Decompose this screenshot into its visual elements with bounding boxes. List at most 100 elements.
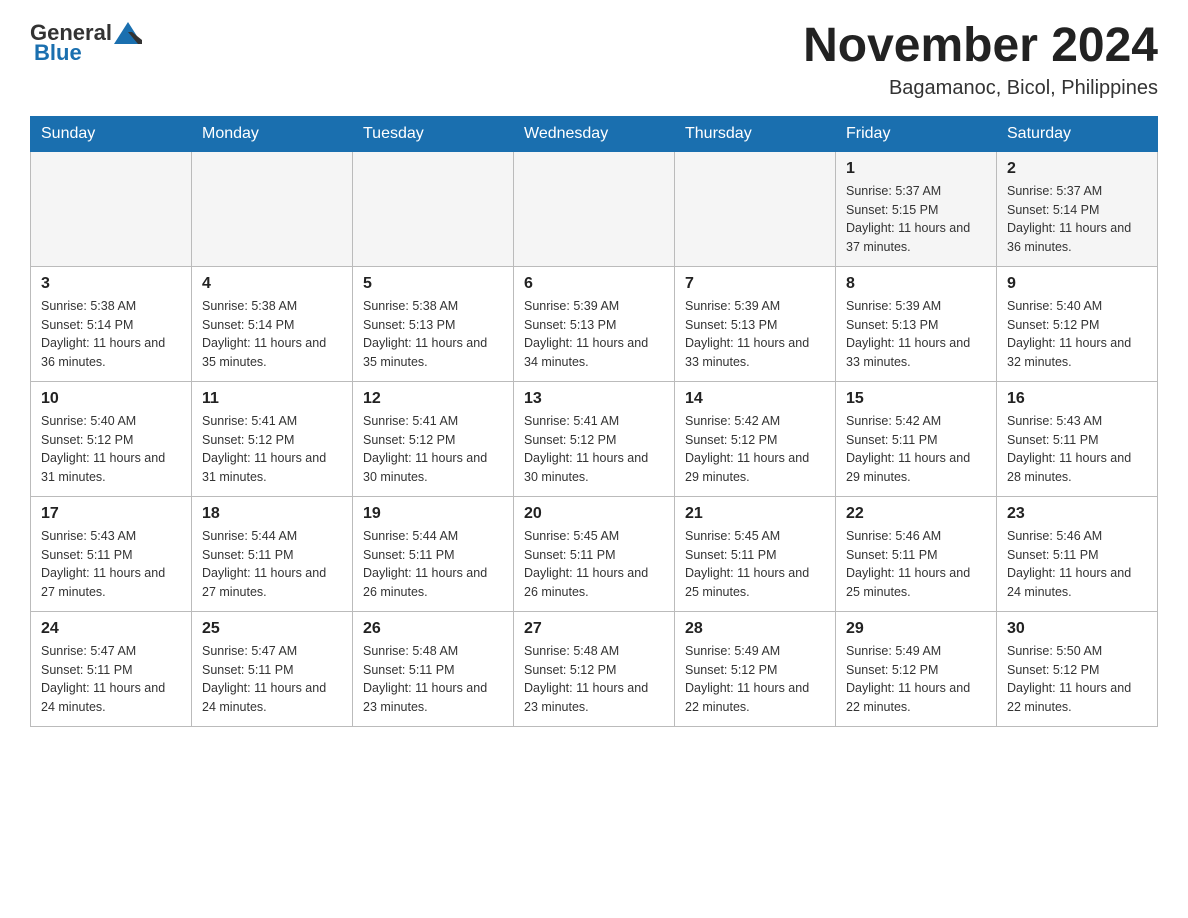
calendar-cell: 2 Sunrise: 5:37 AM Sunset: 5:14 PM Daylig… [997,151,1158,266]
logo-icon [114,22,142,44]
calendar-cell: 21 Sunrise: 5:45 AM Sunset: 5:11 PM Dayli… [675,496,836,611]
calendar-cell: 16Sunrise: 5:43 AM Sunset: 5:11 PM Dayli… [997,381,1158,496]
day-info: Sunrise: 5:39 AM Sunset: 5:13 PM Dayligh… [524,297,664,372]
day-number: 5 [363,275,503,293]
day-number: 3 [41,275,181,293]
day-number: 12 [363,390,503,408]
calendar-subtitle: Bagamanoc, Bicol, Philippines [803,77,1158,100]
day-number: 25 [202,620,342,638]
day-number: 7 [685,275,825,293]
day-info: Sunrise: 5:38 AM Sunset: 5:13 PM Dayligh… [363,297,503,372]
day-info: Sunrise: 5:50 AM Sunset: 5:12 PM Dayligh… [1007,642,1147,717]
day-info: Sunrise: 5:40 AM Sunset: 5:12 PM Dayligh… [41,412,181,487]
day-number: 11 [202,390,342,408]
day-header-saturday: Saturday [997,116,1158,151]
calendar-cell: 9 Sunrise: 5:40 AM Sunset: 5:12 PM Daylig… [997,266,1158,381]
day-header-tuesday: Tuesday [353,116,514,151]
day-number: 4 [202,275,342,293]
calendar-week-4: 17 Sunrise: 5:43 AM Sunset: 5:11 PM Dayli… [31,496,1158,611]
calendar-cell: 8Sunrise: 5:39 AM Sunset: 5:13 PM Daylig… [836,266,997,381]
day-info: Sunrise: 5:44 AM Sunset: 5:11 PM Dayligh… [202,527,342,602]
calendar-week-1: 1 Sunrise: 5:37 AM Sunset: 5:15 PM Daylig… [31,151,1158,266]
day-number: 21 [685,505,825,523]
logo: General Blue [30,20,142,66]
day-header-sunday: Sunday [31,116,192,151]
calendar-cell: 7 Sunrise: 5:39 AM Sunset: 5:13 PM Daylig… [675,266,836,381]
day-number: 22 [846,505,986,523]
day-header-wednesday: Wednesday [514,116,675,151]
day-number: 10 [41,390,181,408]
calendar-cell: 17 Sunrise: 5:43 AM Sunset: 5:11 PM Dayli… [31,496,192,611]
calendar-table: SundayMondayTuesdayWednesdayThursdayFrid… [30,116,1158,727]
day-number: 1 [846,160,986,178]
calendar-title: November 2024 [803,20,1158,73]
day-info: Sunrise: 5:45 AM Sunset: 5:11 PM Dayligh… [685,527,825,602]
page-header: General Blue November 2024 Bagamanoc, Bi… [30,20,1158,100]
day-info: Sunrise: 5:38 AM Sunset: 5:14 PM Dayligh… [202,297,342,372]
calendar-cell: 4 Sunrise: 5:38 AM Sunset: 5:14 PM Daylig… [192,266,353,381]
calendar-cell: 10 Sunrise: 5:40 AM Sunset: 5:12 PM Dayli… [31,381,192,496]
day-info: Sunrise: 5:38 AM Sunset: 5:14 PM Dayligh… [41,297,181,372]
calendar-cell: 30Sunrise: 5:50 AM Sunset: 5:12 PM Dayli… [997,611,1158,726]
calendar-cell: 20 Sunrise: 5:45 AM Sunset: 5:11 PM Dayli… [514,496,675,611]
day-info: Sunrise: 5:43 AM Sunset: 5:11 PM Dayligh… [1007,412,1147,487]
calendar-cell: 6 Sunrise: 5:39 AM Sunset: 5:13 PM Daylig… [514,266,675,381]
day-number: 29 [846,620,986,638]
calendar-cell [353,151,514,266]
day-info: Sunrise: 5:42 AM Sunset: 5:12 PM Dayligh… [685,412,825,487]
day-info: Sunrise: 5:39 AM Sunset: 5:13 PM Dayligh… [685,297,825,372]
calendar-cell: 15 Sunrise: 5:42 AM Sunset: 5:11 PM Dayli… [836,381,997,496]
day-info: Sunrise: 5:49 AM Sunset: 5:12 PM Dayligh… [685,642,825,717]
calendar-cell: 19Sunrise: 5:44 AM Sunset: 5:11 PM Dayli… [353,496,514,611]
day-info: Sunrise: 5:42 AM Sunset: 5:11 PM Dayligh… [846,412,986,487]
calendar-cell: 1 Sunrise: 5:37 AM Sunset: 5:15 PM Daylig… [836,151,997,266]
calendar-cell: 22 Sunrise: 5:46 AM Sunset: 5:11 PM Dayli… [836,496,997,611]
day-number: 6 [524,275,664,293]
calendar-cell: 25 Sunrise: 5:47 AM Sunset: 5:11 PM Dayli… [192,611,353,726]
calendar-week-2: 3 Sunrise: 5:38 AM Sunset: 5:14 PM Daylig… [31,266,1158,381]
day-info: Sunrise: 5:46 AM Sunset: 5:11 PM Dayligh… [846,527,986,602]
calendar-cell: 13 Sunrise: 5:41 AM Sunset: 5:12 PM Dayli… [514,381,675,496]
day-info: Sunrise: 5:39 AM Sunset: 5:13 PM Dayligh… [846,297,986,372]
day-info: Sunrise: 5:41 AM Sunset: 5:12 PM Dayligh… [202,412,342,487]
calendar-cell: 14Sunrise: 5:42 AM Sunset: 5:12 PM Dayli… [675,381,836,496]
calendar-cell: 5 Sunrise: 5:38 AM Sunset: 5:13 PM Daylig… [353,266,514,381]
day-number: 24 [41,620,181,638]
day-info: Sunrise: 5:49 AM Sunset: 5:12 PM Dayligh… [846,642,986,717]
day-info: Sunrise: 5:37 AM Sunset: 5:15 PM Dayligh… [846,182,986,257]
day-header-thursday: Thursday [675,116,836,151]
calendar-cell: 11 Sunrise: 5:41 AM Sunset: 5:12 PM Dayli… [192,381,353,496]
calendar-header-row: SundayMondayTuesdayWednesdayThursdayFrid… [31,116,1158,151]
day-number: 18 [202,505,342,523]
day-info: Sunrise: 5:41 AM Sunset: 5:12 PM Dayligh… [524,412,664,487]
day-number: 13 [524,390,664,408]
logo-blue-text: Blue [34,40,82,66]
day-number: 26 [363,620,503,638]
day-number: 19 [363,505,503,523]
day-number: 9 [1007,275,1147,293]
day-info: Sunrise: 5:48 AM Sunset: 5:11 PM Dayligh… [363,642,503,717]
day-info: Sunrise: 5:46 AM Sunset: 5:11 PM Dayligh… [1007,527,1147,602]
calendar-cell [514,151,675,266]
day-info: Sunrise: 5:47 AM Sunset: 5:11 PM Dayligh… [41,642,181,717]
calendar-week-5: 24 Sunrise: 5:47 AM Sunset: 5:11 PM Dayli… [31,611,1158,726]
day-info: Sunrise: 5:43 AM Sunset: 5:11 PM Dayligh… [41,527,181,602]
calendar-cell: 29 Sunrise: 5:49 AM Sunset: 5:12 PM Dayli… [836,611,997,726]
calendar-cell: 12 Sunrise: 5:41 AM Sunset: 5:12 PM Dayli… [353,381,514,496]
calendar-cell: 18 Sunrise: 5:44 AM Sunset: 5:11 PM Dayli… [192,496,353,611]
day-info: Sunrise: 5:47 AM Sunset: 5:11 PM Dayligh… [202,642,342,717]
day-number: 2 [1007,160,1147,178]
day-number: 15 [846,390,986,408]
day-number: 17 [41,505,181,523]
calendar-cell [192,151,353,266]
calendar-cell [675,151,836,266]
day-number: 27 [524,620,664,638]
calendar-cell: 28Sunrise: 5:49 AM Sunset: 5:12 PM Dayli… [675,611,836,726]
calendar-cell: 23 Sunrise: 5:46 AM Sunset: 5:11 PM Dayli… [997,496,1158,611]
day-info: Sunrise: 5:40 AM Sunset: 5:12 PM Dayligh… [1007,297,1147,372]
day-info: Sunrise: 5:45 AM Sunset: 5:11 PM Dayligh… [524,527,664,602]
day-number: 23 [1007,505,1147,523]
day-info: Sunrise: 5:41 AM Sunset: 5:12 PM Dayligh… [363,412,503,487]
day-info: Sunrise: 5:37 AM Sunset: 5:14 PM Dayligh… [1007,182,1147,257]
day-number: 20 [524,505,664,523]
